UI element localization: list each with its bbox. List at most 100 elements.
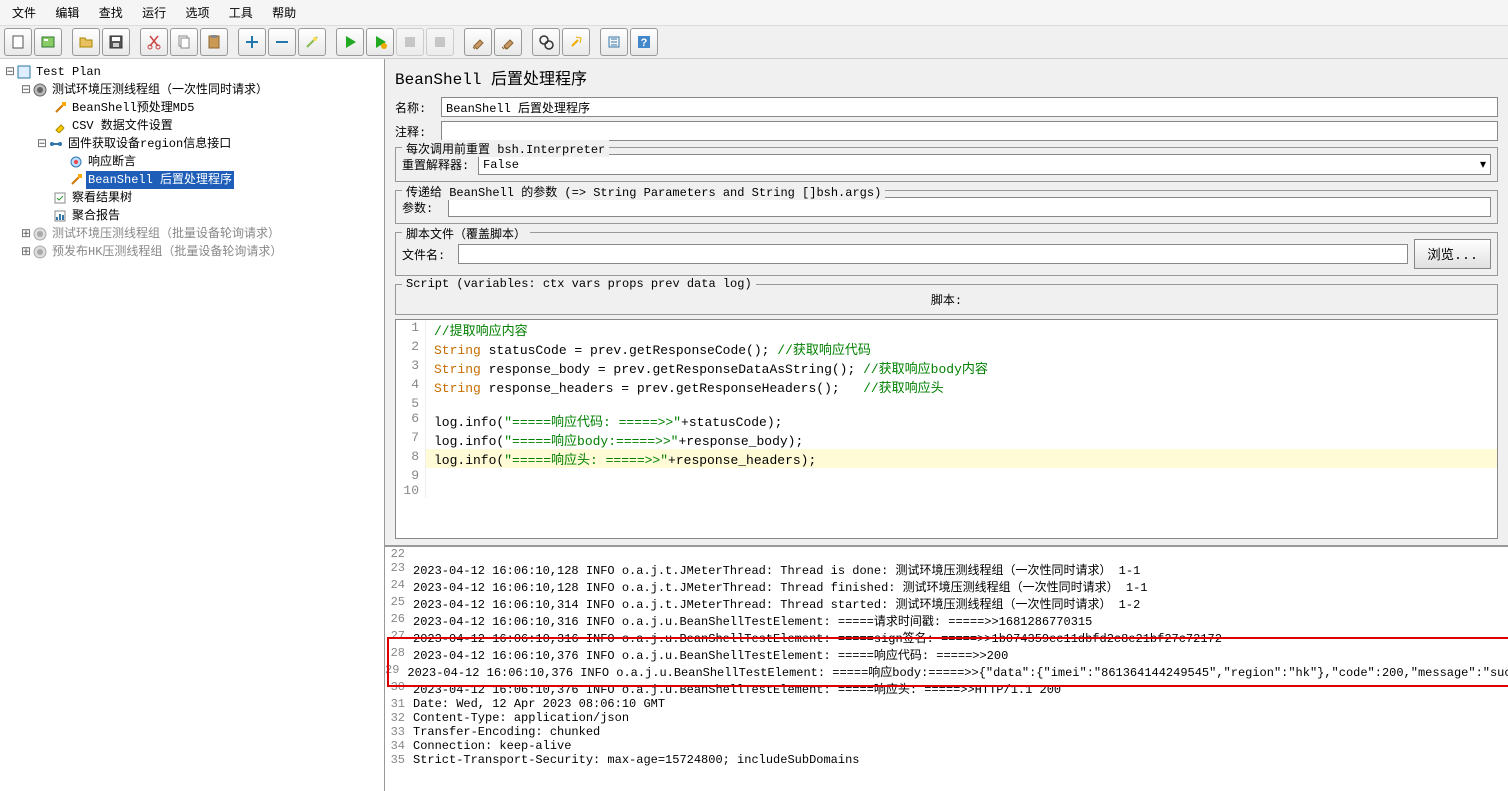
templates-button[interactable]: [34, 28, 62, 56]
expand-button[interactable]: [238, 28, 266, 56]
comment-input[interactable]: [441, 121, 1498, 141]
search-button[interactable]: [532, 28, 560, 56]
code-line[interactable]: 10: [396, 483, 1497, 498]
code-line[interactable]: 4String response_headers = prev.getRespo…: [396, 377, 1497, 396]
log-line-number: 22: [385, 547, 409, 561]
browse-button[interactable]: 浏览...: [1414, 239, 1491, 269]
file-fieldset: 脚本文件（覆盖脚本） 文件名: 浏览...: [395, 232, 1498, 276]
tree-item-selected[interactable]: BeanShell 后置处理程序: [86, 171, 234, 189]
code-line[interactable]: 3String response_body = prev.getResponse…: [396, 358, 1497, 377]
menu-run[interactable]: 运行: [134, 2, 174, 23]
reset-search-button[interactable]: [562, 28, 590, 56]
log-line: 22: [385, 547, 1508, 561]
log-text: Transfer-Encoding: chunked: [409, 725, 600, 739]
tree-panel[interactable]: ⊟Test Plan ⊟测试环境压测线程组（一次性同时请求） BeanShell…: [0, 59, 385, 791]
menu-tools[interactable]: 工具: [221, 2, 261, 23]
params-fieldset: 传递给 BeanShell 的参数 (=> String Parameters …: [395, 190, 1498, 224]
log-line: 232023-04-12 16:06:10,128 INFO o.a.j.t.J…: [385, 561, 1508, 578]
tree-toggle[interactable]: ⊟: [20, 81, 32, 99]
log-line-number: 23: [385, 561, 409, 578]
threadgroup-disabled-icon: [32, 226, 48, 242]
toggle-button[interactable]: [298, 28, 326, 56]
new-button[interactable]: [4, 28, 32, 56]
menu-file[interactable]: 文件: [4, 2, 44, 23]
tree-item[interactable]: CSV 数据文件设置: [70, 117, 175, 135]
log-panel[interactable]: 22232023-04-12 16:06:10,128 INFO o.a.j.t…: [385, 545, 1508, 791]
params-input[interactable]: [448, 197, 1491, 217]
clear-all-button[interactable]: [494, 28, 522, 56]
cut-button[interactable]: [140, 28, 168, 56]
reset-select[interactable]: False▾: [478, 154, 1491, 175]
copy-button[interactable]: [170, 28, 198, 56]
log-line-number: 31: [385, 697, 409, 711]
tree-toggle[interactable]: ⊞: [20, 225, 32, 243]
code-line[interactable]: 5: [396, 396, 1497, 411]
clear-button[interactable]: [464, 28, 492, 56]
sampler-icon: [48, 136, 64, 152]
open-button[interactable]: [72, 28, 100, 56]
line-number: 10: [396, 483, 426, 498]
file-label: 文件名:: [402, 246, 452, 263]
tree-item[interactable]: 测试环境压测线程组（批量设备轮询请求）: [50, 225, 282, 243]
log-line-number: 32: [385, 711, 409, 725]
code-line[interactable]: 7log.info("=====响应body:=====>>"+response…: [396, 430, 1497, 449]
tree-toggle[interactable]: ⊞: [20, 243, 32, 261]
preprocessor-icon: [52, 100, 68, 116]
tree-toggle[interactable]: ⊟: [4, 63, 16, 81]
tree-item[interactable]: 固件获取设备region信息接口: [66, 135, 233, 153]
script-legend: Script (variables: ctx vars props prev d…: [402, 277, 756, 291]
log-line-number: 33: [385, 725, 409, 739]
log-line: 302023-04-12 16:06:10,376 INFO o.a.j.u.B…: [385, 680, 1508, 697]
log-line: 282023-04-12 16:06:10,376 INFO o.a.j.u.B…: [385, 646, 1508, 663]
tree-item[interactable]: 聚合报告: [70, 207, 122, 225]
log-line: 35Strict-Transport-Security: max-age=157…: [385, 753, 1508, 767]
code-line[interactable]: 6log.info("=====响应代码: =====>>"+statusCod…: [396, 411, 1497, 430]
line-number: 7: [396, 430, 426, 449]
code-line[interactable]: 8log.info("=====响应头: =====>>"+response_h…: [396, 449, 1497, 468]
tree-item[interactable]: BeanShell预处理MD5: [70, 99, 196, 117]
shutdown-button[interactable]: [426, 28, 454, 56]
log-text: 2023-04-12 16:06:10,376 INFO o.a.j.u.Bea…: [409, 680, 1061, 697]
start-no-pause-button[interactable]: [366, 28, 394, 56]
menu-help[interactable]: 帮助: [264, 2, 304, 23]
log-line: 34Connection: keep-alive: [385, 739, 1508, 753]
tree-item[interactable]: 预发布HK压测线程组（批量设备轮询请求）: [50, 243, 284, 261]
menu-options[interactable]: 选项: [177, 2, 217, 23]
code-editor[interactable]: 1//提取响应内容2String statusCode = prev.getRe…: [395, 319, 1498, 539]
postprocessor-icon: [68, 172, 84, 188]
log-line: 242023-04-12 16:06:10,128 INFO o.a.j.t.J…: [385, 578, 1508, 595]
help-button[interactable]: ?: [630, 28, 658, 56]
menu-edit[interactable]: 编辑: [47, 2, 87, 23]
name-input[interactable]: [441, 97, 1498, 117]
params-label: 参数:: [402, 199, 442, 216]
log-text: 2023-04-12 16:06:10,128 INFO o.a.j.t.JMe…: [409, 578, 1148, 595]
log-line: 31Date: Wed, 12 Apr 2023 08:06:10 GMT: [385, 697, 1508, 711]
tree-root[interactable]: Test Plan: [34, 63, 103, 81]
threadgroup-icon: [32, 82, 48, 98]
code-line[interactable]: 9: [396, 468, 1497, 483]
paste-button[interactable]: [200, 28, 228, 56]
menu-search[interactable]: 查找: [91, 2, 131, 23]
code-line[interactable]: 1//提取响应内容: [396, 320, 1497, 339]
start-button[interactable]: [336, 28, 364, 56]
save-button[interactable]: [102, 28, 130, 56]
tree-item[interactable]: 测试环境压测线程组（一次性同时请求）: [50, 81, 270, 99]
tree-item[interactable]: 响应断言: [86, 153, 138, 171]
log-text: [409, 547, 413, 561]
tree-item[interactable]: 察看结果树: [70, 189, 134, 207]
line-number: 5: [396, 396, 426, 411]
log-text: Strict-Transport-Security: max-age=15724…: [409, 753, 859, 767]
log-text: 2023-04-12 16:06:10,314 INFO o.a.j.t.JMe…: [409, 595, 1140, 612]
code-line[interactable]: 2String statusCode = prev.getResponseCod…: [396, 339, 1497, 358]
stop-button[interactable]: [396, 28, 424, 56]
log-line: 32Content-Type: application/json: [385, 711, 1508, 725]
file-input[interactable]: [458, 244, 1408, 264]
line-number: 4: [396, 377, 426, 396]
name-label: 名称:: [395, 99, 435, 116]
tree-toggle[interactable]: ⊟: [36, 135, 48, 153]
line-number: 1: [396, 320, 426, 339]
log-text: 2023-04-12 16:06:10,316 INFO o.a.j.u.Bea…: [409, 612, 1092, 629]
function-helper-button[interactable]: [600, 28, 628, 56]
panel-title: BeanShell 后置处理程序: [385, 59, 1508, 95]
collapse-button[interactable]: [268, 28, 296, 56]
